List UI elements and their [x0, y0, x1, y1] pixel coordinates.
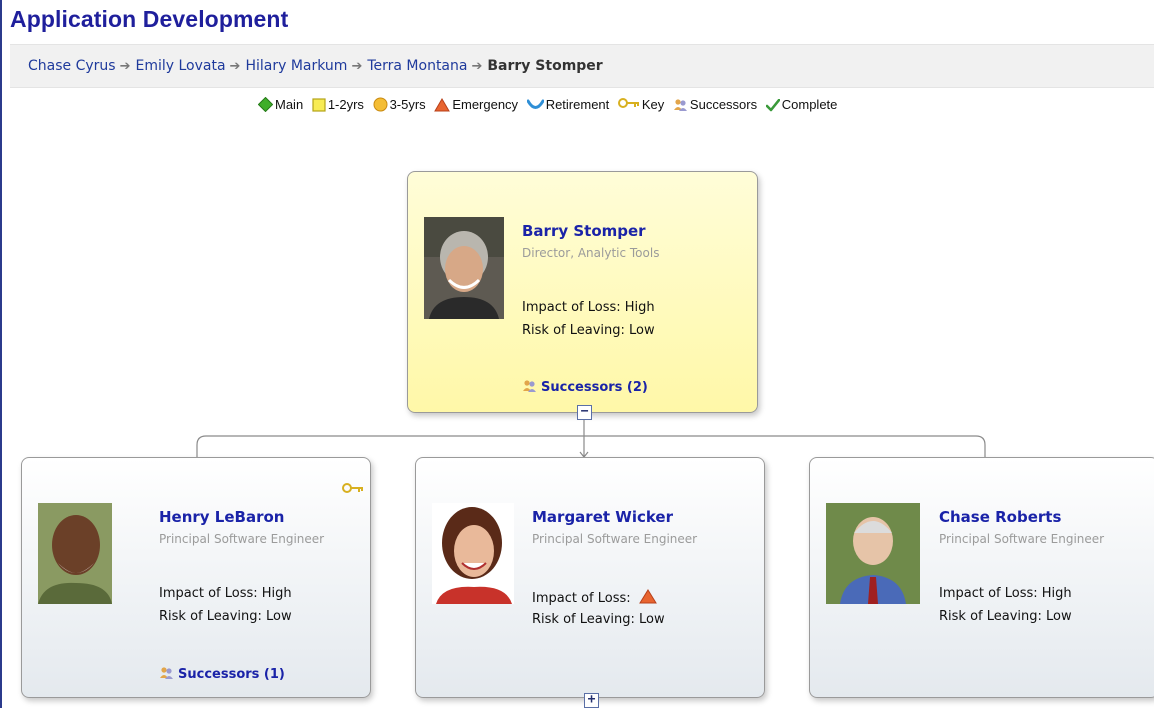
risk-of-leaving: Risk of Leaving: Low — [159, 609, 292, 624]
avatar — [826, 503, 920, 604]
successors-link[interactable]: Successors (2) — [522, 379, 648, 395]
risk-of-leaving: Risk of Leaving: Low — [522, 323, 655, 338]
risk-of-leaving: Risk of Leaving: Low — [939, 609, 1072, 624]
avatar — [38, 503, 112, 604]
risk-of-leaving: Risk of Leaving: Low — [532, 612, 665, 627]
avatar — [424, 217, 504, 319]
employee-role: Director, Analytic Tools — [522, 246, 660, 260]
impact-of-loss: Impact of Loss: — [532, 589, 657, 606]
employee-role: Principal Software Engineer — [939, 532, 1105, 546]
employee-name[interactable]: Chase Roberts — [939, 508, 1061, 526]
employee-card-henry-lebaron[interactable]: Henry LeBaron Principal Software Enginee… — [21, 457, 371, 698]
employee-name[interactable]: Margaret Wicker — [532, 508, 673, 526]
employee-name[interactable]: Henry LeBaron — [159, 508, 284, 526]
people-icon — [160, 667, 173, 679]
impact-of-loss: Impact of Loss: High — [159, 586, 292, 601]
avatar — [432, 503, 514, 604]
employee-card-margaret-wicker[interactable]: Margaret Wicker Principal Software Engin… — [415, 457, 765, 698]
key-icon — [342, 483, 363, 493]
employee-role: Principal Software Engineer — [532, 532, 698, 546]
impact-of-loss: Impact of Loss: High — [522, 300, 655, 315]
impact-of-loss: Impact of Loss: High — [939, 586, 1072, 601]
employee-role: Principal Software Engineer — [159, 532, 325, 546]
triangle-icon — [638, 589, 657, 604]
successors-link[interactable]: Successors (1) — [159, 666, 285, 682]
employee-card-chase-roberts[interactable]: Chase Roberts Principal Software Enginee… — [809, 457, 1154, 698]
people-icon — [523, 380, 536, 392]
expand-toggle-button[interactable]: + — [584, 693, 599, 708]
collapse-toggle-button[interactable]: − — [577, 405, 592, 420]
main-employee-card[interactable]: Barry Stomper Director, Analytic Tools I… — [407, 171, 758, 413]
employee-name[interactable]: Barry Stomper — [522, 222, 646, 240]
